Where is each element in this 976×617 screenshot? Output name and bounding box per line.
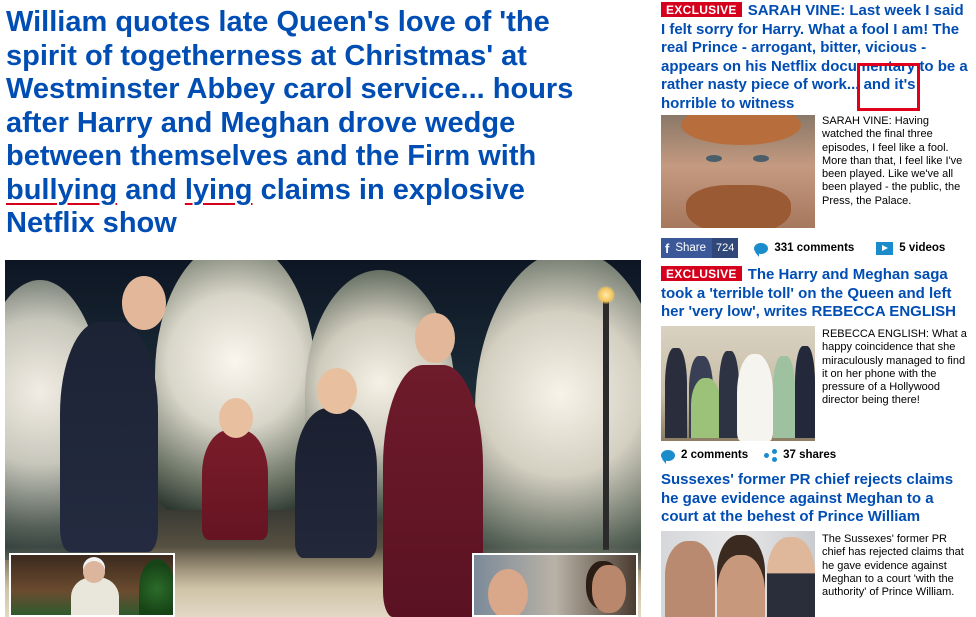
photo-head-charlotte — [219, 398, 253, 438]
facebook-icon: f — [665, 240, 670, 256]
headline-word-bullying: bullying — [6, 173, 118, 206]
thumb-bride — [737, 354, 773, 441]
thumb-pr-chief — [767, 537, 815, 617]
exclusive-badge: EXCLUSIVE — [661, 2, 742, 17]
thumb-harry-beard — [686, 185, 791, 228]
inset-photo-harry-meghan[interactable] — [472, 553, 638, 617]
inset-meghan-head — [592, 565, 626, 613]
sidebar-story1-snippet[interactable]: SARAH VINE: Having watched the final thr… — [822, 115, 972, 208]
photo-figure-kate — [383, 365, 483, 617]
photo-head-william — [122, 276, 166, 330]
share-icon — [764, 448, 778, 462]
sidebar-story1-videos-link[interactable]: 5 videos — [899, 242, 945, 254]
sidebar-story3-snippet[interactable]: The Sussexes' former PR chief has reject… — [822, 533, 972, 599]
exclusive-badge: EXCLUSIVE — [661, 266, 742, 281]
thumb-figure — [719, 351, 739, 438]
facebook-share-button[interactable]: f Share — [661, 238, 713, 258]
inset-queen-head — [83, 561, 105, 583]
sidebar-story2-shares-link[interactable]: 37 shares — [783, 449, 836, 461]
main-headline-link[interactable]: William quotes late Queen's love of 'the… — [6, 6, 606, 241]
photo-figure-george — [295, 408, 377, 558]
thumb-queen-green — [691, 378, 721, 438]
sidebar-story3-thumbnail-collage[interactable] — [661, 531, 815, 617]
sidebar-story2-snippet[interactable]: REBECCA ENGLISH: What a happy coincidenc… — [822, 328, 972, 408]
facebook-share-label: Share — [675, 242, 707, 254]
photo-head-george — [317, 368, 357, 414]
thumb-harry-eye-right — [753, 155, 769, 162]
sidebar-story2-headline[interactable]: EXCLUSIVE The Harry and Meghan saga took … — [661, 266, 971, 322]
sidebar-story1-headline[interactable]: EXCLUSIVE SARAH VINE: Last week I said I … — [661, 2, 971, 114]
red-annotation-box — [857, 63, 920, 111]
sidebar-story1-headline-text: SARAH VINE: Last week I said I felt sorr… — [661, 2, 968, 112]
photo-street-lamp — [597, 286, 615, 550]
thumb-harry-hair — [681, 115, 801, 145]
sidebar-story-rebecca-english[interactable]: EXCLUSIVE The Harry and Meghan saga took … — [661, 266, 971, 322]
thumb-harry-eye-left — [706, 155, 722, 162]
photo-figure-charlotte — [202, 430, 268, 540]
sidebar-story3-headline[interactable]: Sussexes' former PR chief rejects claims… — [661, 471, 971, 527]
inset-queen-figure — [71, 577, 119, 615]
photo-figure-william — [60, 322, 158, 552]
headline-word-lying: lying — [184, 173, 253, 206]
headline-text-part1: William quotes late Queen's love of 'the… — [6, 6, 574, 172]
thumb-harry-meghan — [665, 541, 715, 617]
video-icon — [876, 241, 894, 255]
sidebar-story1-thumbnail-harry[interactable] — [661, 115, 815, 228]
thumb-figure — [795, 346, 815, 438]
sidebar-story-sarah-vine[interactable]: EXCLUSIVE SARAH VINE: Last week I said I … — [661, 2, 971, 114]
sidebar-story2-comments-link[interactable]: 2 comments — [681, 449, 748, 461]
thumb-meghan — [717, 535, 765, 617]
sidebar-story2-thumbnail-royal-wedding[interactable] — [661, 326, 815, 441]
sidebar-story1-social-row: f Share 724 331 comments 5 videos — [661, 238, 945, 258]
thumb-figure — [773, 356, 795, 438]
photo-tree — [475, 260, 641, 570]
comment-bubble-icon — [754, 242, 769, 257]
comment-bubble-icon — [661, 449, 675, 464]
sidebar-story-pr-chief[interactable]: Sussexes' former PR chief rejects claims… — [661, 471, 971, 527]
headline-text-and: and — [117, 173, 185, 206]
facebook-share-count: 724 — [712, 238, 739, 258]
inset-photo-late-queen[interactable] — [9, 553, 175, 617]
sidebar-story2-social-row: 2 comments 37 shares — [661, 445, 836, 465]
sidebar-story1-comments-link[interactable]: 331 comments — [774, 242, 854, 254]
inset-harry-head — [488, 569, 528, 615]
photo-head-kate — [415, 313, 455, 363]
thumb-figure — [665, 348, 687, 438]
inset-christmas-tree — [139, 559, 173, 615]
